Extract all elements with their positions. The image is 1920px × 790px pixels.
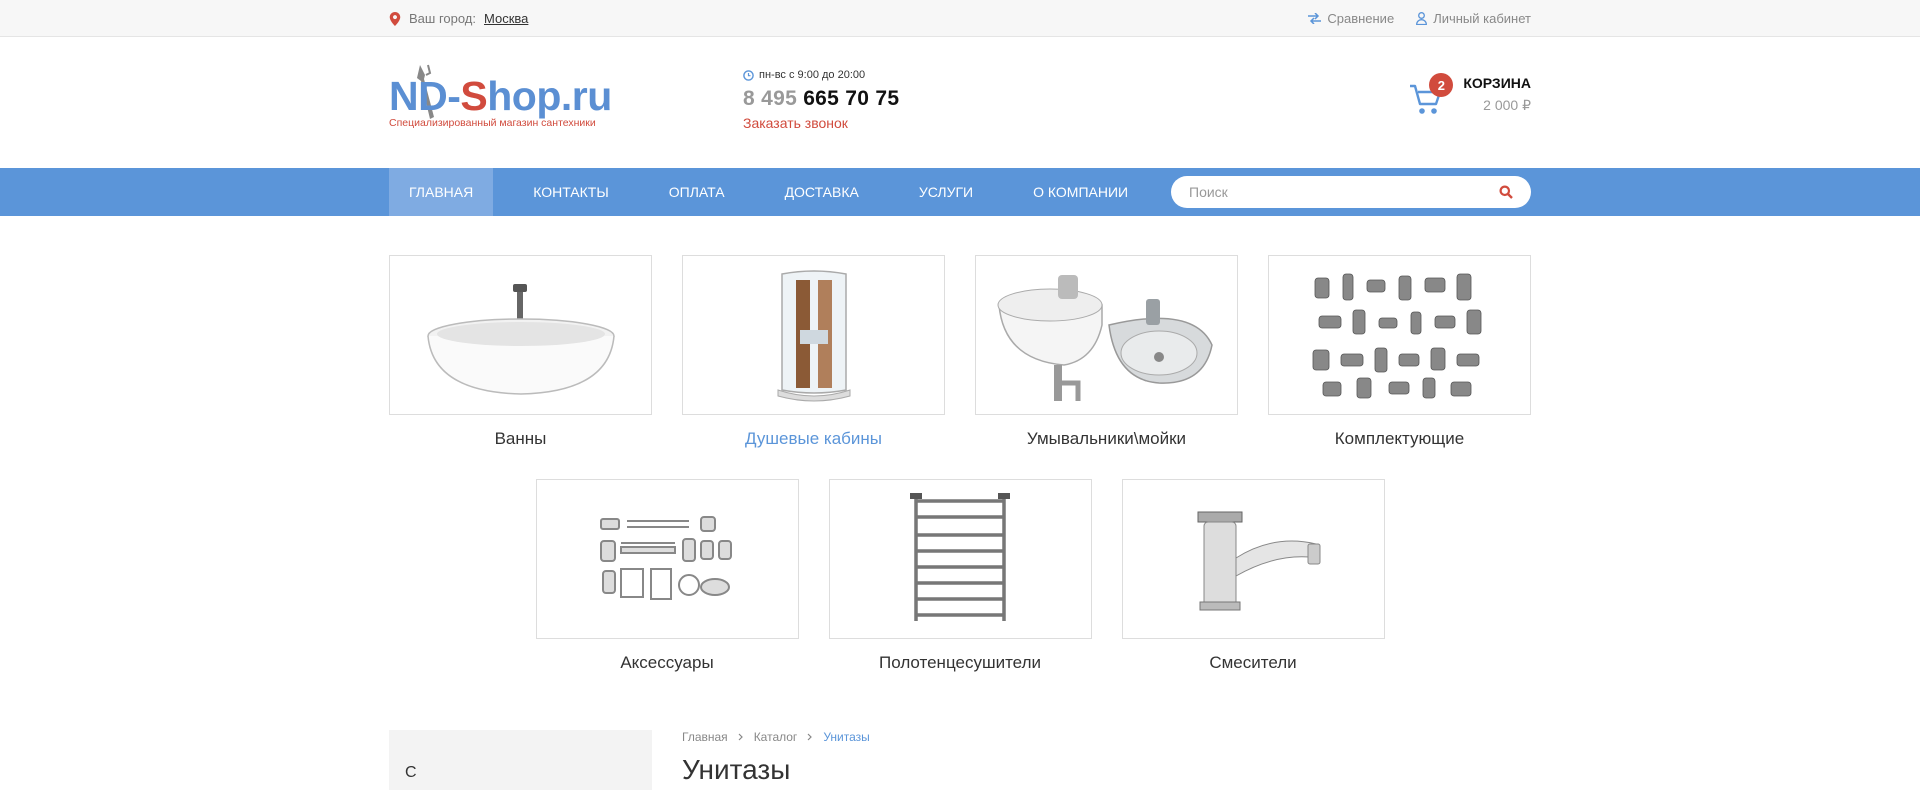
category-baths[interactable]: Ванны [389, 255, 652, 449]
header: ND-Shop.ru Специализированный магазин са… [0, 37, 1920, 168]
faucet-image [1197, 511, 1321, 611]
category-image[interactable] [975, 255, 1238, 415]
city-label: Ваш город: [409, 11, 476, 26]
cart[interactable]: 2 КОРЗИНА 2 000 ₽ [1409, 73, 1531, 115]
category-label[interactable]: Аксессуары [536, 653, 799, 673]
city-link[interactable]: Москва [484, 11, 528, 26]
shower-cabin-image [777, 269, 850, 401]
sidebar: С [389, 730, 652, 790]
towel-warmer-image [910, 493, 1010, 621]
breadcrumb-current: Унитазы [823, 730, 870, 744]
category-image[interactable] [828, 479, 1092, 639]
phone-number[interactable]: 8 495 665 70 75 [743, 87, 899, 111]
nav-item-delivery[interactable]: ДОСТАВКА [765, 168, 879, 216]
main-nav: ГЛАВНАЯ КОНТАКТЫ ОПЛАТА ДОСТАВКА УСЛУГИ … [0, 168, 1920, 216]
logo-text: ND-Shop.ru [389, 73, 612, 119]
callback-link[interactable]: Заказать звонок [743, 115, 899, 131]
sinks-image [997, 275, 1213, 401]
breadcrumb: Главная Каталог Унитазы [682, 730, 870, 744]
account-link[interactable]: Личный кабинет [1416, 11, 1531, 26]
category-towel-warmers[interactable]: Полотенцесушители [828, 479, 1092, 673]
compare-link[interactable]: Сравнение [1308, 11, 1394, 26]
category-label[interactable]: Умывальники\мойки [975, 429, 1238, 449]
user-icon [1416, 12, 1428, 25]
chevron-right-icon [807, 733, 813, 741]
category-label[interactable]: Душевые кабины [682, 429, 945, 449]
chevron-right-icon [738, 733, 743, 741]
category-sinks[interactable]: Умывальники\мойки [975, 255, 1238, 449]
contact-block: пн-вс с 9:00 до 20:00 8 495 665 70 75 За… [743, 69, 899, 131]
search-input[interactable] [1189, 184, 1499, 200]
cart-sum: 2 000 ₽ [1483, 97, 1531, 113]
sidebar-title: С [405, 764, 417, 781]
category-label[interactable]: Ванны [389, 429, 652, 449]
city-selector[interactable]: Ваш город: Москва [389, 11, 528, 26]
components-image [1312, 273, 1482, 398]
working-hours: пн-вс с 9:00 до 20:00 [743, 69, 899, 81]
search-box [1171, 176, 1531, 208]
search-icon[interactable] [1499, 185, 1513, 199]
nav-item-home[interactable]: ГЛАВНАЯ [389, 168, 494, 216]
category-shower-cabins[interactable]: Душевые кабины [682, 255, 945, 449]
category-image[interactable] [1121, 479, 1385, 639]
compare-arrows-icon [1308, 13, 1322, 24]
logo[interactable]: ND-Shop.ru Специализированный магазин са… [389, 63, 619, 133]
accessories-image [600, 516, 732, 600]
cart-icon-wrapper[interactable]: 2 [1409, 73, 1454, 115]
cart-title: КОРЗИНА [1463, 75, 1531, 91]
nav-item-payment[interactable]: ОПЛАТА [649, 168, 745, 216]
category-label[interactable]: Смесители [1122, 653, 1385, 673]
category-image[interactable] [682, 255, 945, 415]
bathtub-image [426, 284, 615, 395]
breadcrumb-home[interactable]: Главная [682, 730, 728, 744]
category-label[interactable]: Полотенцесушители [829, 653, 1092, 673]
category-image[interactable] [1268, 255, 1531, 415]
category-image[interactable] [389, 255, 652, 415]
category-accessories[interactable]: Аксессуары [535, 479, 799, 673]
content-area: С Главная Каталог Унитазы Унитазы [0, 730, 1920, 790]
clock-icon [743, 69, 754, 81]
top-bar: Ваш город: Москва Сравнение Личный кабин… [0, 0, 1920, 37]
location-pin-icon [389, 11, 401, 26]
category-image[interactable] [535, 479, 799, 639]
nav-item-services[interactable]: УСЛУГИ [899, 168, 993, 216]
category-components[interactable]: Комплектующие [1268, 255, 1531, 449]
category-grid: Ванны Душевые кабины Умывальники\мойки К… [389, 216, 1531, 673]
page-title: Унитазы [682, 754, 791, 785]
account-label: Личный кабинет [1433, 11, 1531, 26]
nav-item-about[interactable]: О КОМПАНИИ [1013, 168, 1148, 216]
category-label[interactable]: Комплектующие [1268, 429, 1531, 449]
category-faucets[interactable]: Смесители [1121, 479, 1385, 673]
nav-item-contacts[interactable]: КОНТАКТЫ [513, 168, 629, 216]
logo-subtitle: Специализированный магазин сантехники [389, 117, 596, 129]
compare-label: Сравнение [1327, 11, 1395, 26]
cart-count-badge: 2 [1429, 73, 1454, 97]
breadcrumb-catalog[interactable]: Каталог [754, 730, 798, 744]
